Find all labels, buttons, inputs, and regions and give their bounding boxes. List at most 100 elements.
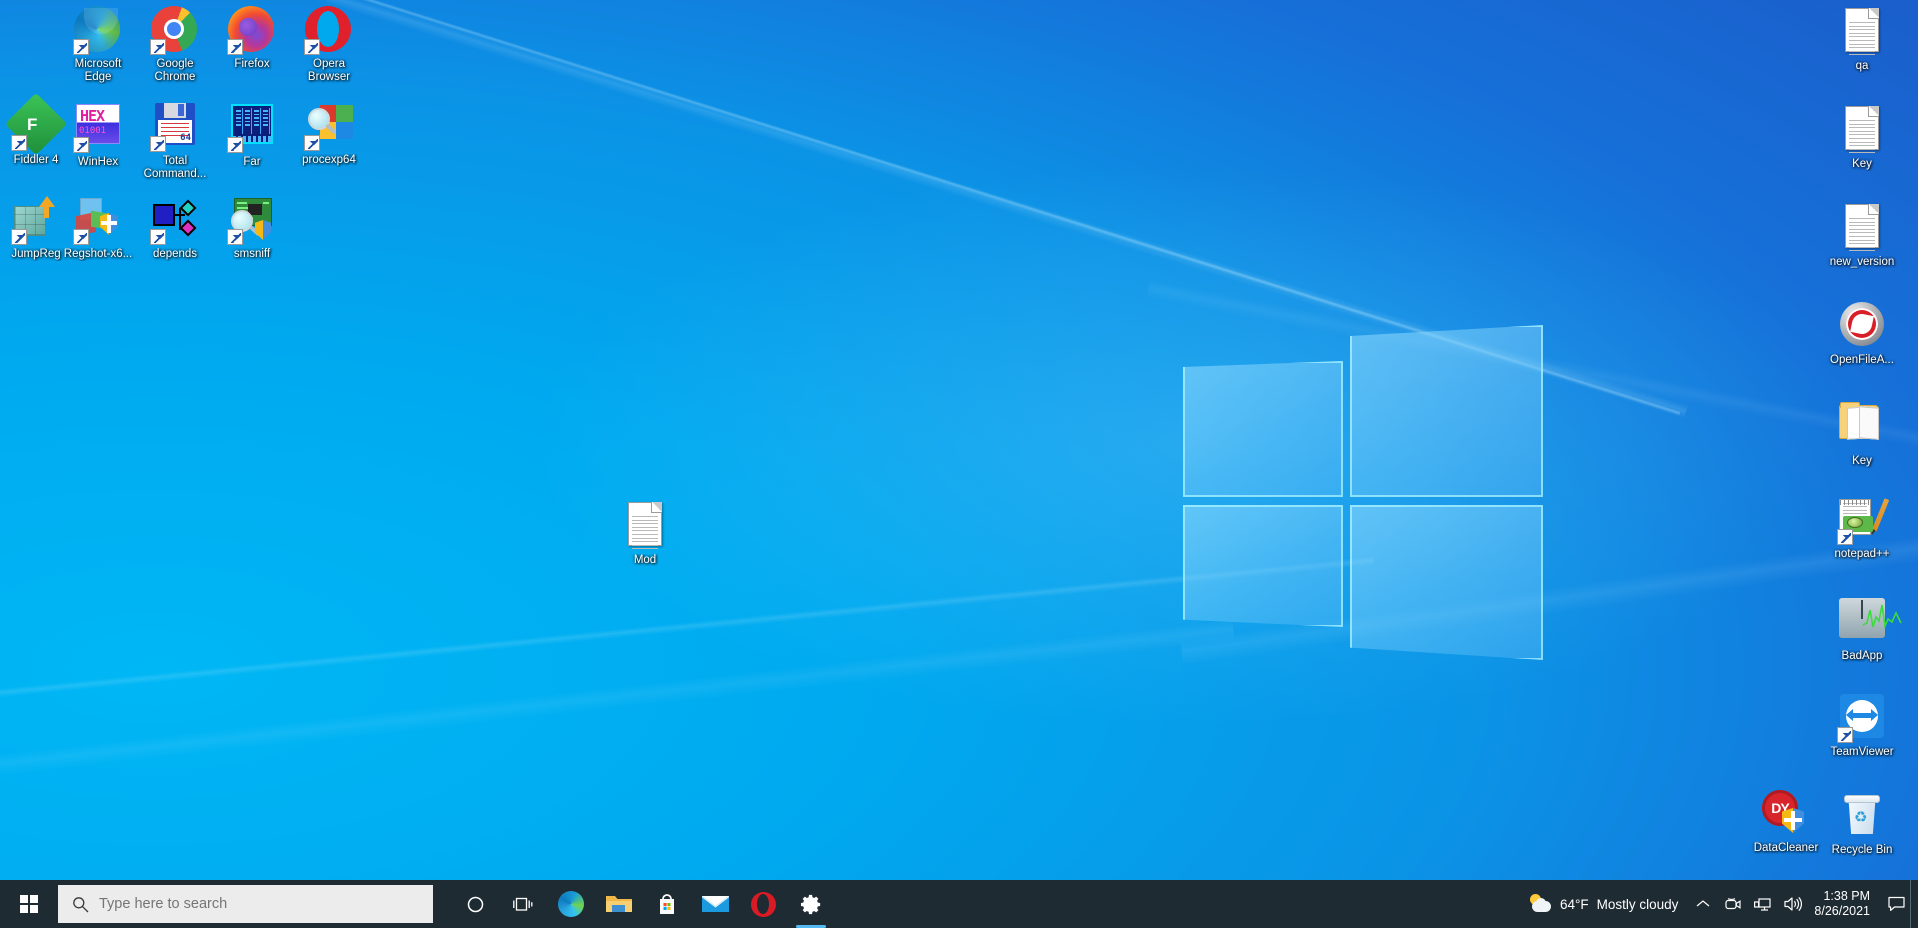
desktop-icon-label: depends	[152, 248, 198, 260]
desktop-icon-label: Google Chrome	[154, 58, 196, 83]
clock-date: 8/26/2021	[1814, 904, 1870, 918]
desktop-icon-label: Total Command...	[143, 155, 207, 180]
desktop-icon-label: qa	[1855, 60, 1869, 72]
desktop-icon-label: Firefox	[234, 58, 270, 70]
opera-icon	[750, 891, 776, 917]
hero-pane-bottom-right	[1350, 505, 1543, 660]
notepadpp-icon	[1837, 496, 1890, 545]
desktop-icon-smsniff[interactable]: smsniff	[214, 196, 290, 261]
desktop-icon-key-folder[interactable]: Key	[1824, 398, 1900, 468]
shortcut-overlay-icon	[11, 135, 27, 151]
openfilesview-icon	[1838, 302, 1886, 350]
desktop-icon-label: Far	[243, 156, 261, 168]
shortcut-overlay-icon	[150, 39, 166, 55]
gear-icon	[800, 893, 823, 916]
search-box[interactable]	[58, 885, 433, 923]
desktop-icon-label: new_version	[1829, 256, 1895, 268]
show-hidden-icons-button[interactable]	[1688, 880, 1718, 928]
datacleaner-icon: DY	[1762, 790, 1810, 838]
shortcut-overlay-icon	[11, 229, 27, 245]
speaker-icon	[1783, 896, 1803, 912]
jumpreg-icon	[11, 196, 60, 245]
folder-icon	[1838, 402, 1886, 451]
desktop-icon-winhex[interactable]: HEX 01001 WinHex	[60, 100, 136, 169]
desktop-icon-notepadpp[interactable]: notepad++	[1824, 496, 1900, 561]
smsniff-icon	[227, 196, 276, 245]
desktop-icon-procexp64[interactable]: procexp64	[291, 100, 367, 167]
weather-widget[interactable]: 64°F Mostly cloudy	[1524, 880, 1688, 928]
weather-temperature: 64°F	[1559, 896, 1589, 912]
text-document-icon	[1838, 204, 1886, 252]
desktop-icon-key-file[interactable]: Key	[1824, 104, 1900, 171]
mail-button[interactable]	[691, 880, 739, 928]
file-explorer-button[interactable]	[595, 880, 643, 928]
dependency-walker-icon	[150, 196, 199, 245]
clock[interactable]: 1:38 PM 8/26/2021	[1808, 880, 1882, 928]
network-monitor-icon	[1754, 897, 1772, 912]
desktop-icon-recycle-bin[interactable]: ♻ Recycle Bin	[1824, 790, 1900, 857]
desktop-icon-mod[interactable]: Mod	[607, 500, 683, 567]
firefox-icon	[227, 6, 276, 55]
opera-taskbar-button[interactable]	[739, 880, 787, 928]
search-input[interactable]	[99, 896, 389, 912]
edge-icon	[558, 891, 584, 917]
clock-time: 1:38 PM	[1823, 889, 1870, 903]
shortcut-overlay-icon	[227, 137, 243, 153]
network-button[interactable]	[1748, 880, 1778, 928]
desktop-icon-regshot[interactable]: Regshot-x6...	[60, 196, 136, 261]
desktop-icon-qa[interactable]: qa	[1824, 6, 1900, 73]
show-desktop-button[interactable]	[1910, 880, 1918, 928]
meet-now-button[interactable]	[1718, 880, 1748, 928]
desktop-icon-microsoft-edge[interactable]: Microsoft Edge	[60, 6, 136, 84]
shortcut-overlay-icon	[1837, 529, 1853, 545]
shortcut-overlay-icon	[73, 137, 89, 153]
desktop-icon-far[interactable]: Far	[214, 100, 290, 169]
desktop-icon-label: Microsoft Edge	[74, 58, 122, 83]
edge-taskbar-button[interactable]	[547, 880, 595, 928]
shortcut-overlay-icon	[304, 39, 320, 55]
hero-pane-top-right	[1350, 325, 1543, 497]
chrome-icon	[150, 6, 199, 55]
desktop-icon-badapp[interactable]: BadApp	[1824, 594, 1902, 663]
desktop-icon-depends[interactable]: depends	[137, 196, 213, 261]
task-view-button[interactable]	[499, 880, 547, 928]
taskbar[interactable]: 64°F Mostly cloudy	[0, 880, 1918, 928]
desktop-icon-label: notepad++	[1834, 548, 1890, 560]
hero-pane-top-left	[1183, 361, 1343, 497]
microsoft-store-icon	[655, 892, 679, 916]
desktop-icon-firefox[interactable]: Firefox	[214, 6, 290, 71]
speech-bubble-icon	[1887, 896, 1905, 912]
desktop-icon-opera-browser[interactable]: Opera Browser	[291, 6, 367, 84]
desktop-icon-total-commander[interactable]: 64 Total Command...	[137, 100, 213, 181]
opera-icon	[304, 6, 353, 55]
system-tray[interactable]: 64°F Mostly cloudy 1:38 PM 8/26/2021	[1524, 880, 1918, 928]
cortana-circle-icon	[467, 896, 484, 913]
desktop-icon-label: Key	[1852, 158, 1872, 170]
volume-button[interactable]	[1778, 880, 1808, 928]
desktop[interactable]: Microsoft Edge Google Chrome Firefox Ope…	[0, 0, 1918, 928]
fiddler-icon: F	[4, 92, 68, 156]
desktop-icon-new-version[interactable]: new_version	[1824, 202, 1900, 269]
desktop-icon-label: Key	[1852, 455, 1872, 467]
text-document-icon	[1838, 8, 1886, 56]
shortcut-overlay-icon	[150, 229, 166, 245]
microsoft-store-button[interactable]	[643, 880, 691, 928]
cortana-button[interactable]	[451, 880, 499, 928]
desktop-icon-openfilesview[interactable]: OpenFileA...	[1824, 300, 1900, 367]
desktop-icon-teamviewer[interactable]: TeamViewer	[1824, 692, 1900, 759]
desktop-icon-label: procexp64	[302, 154, 356, 166]
shortcut-overlay-icon	[227, 39, 243, 55]
winhex-icon: HEX 01001	[73, 104, 122, 153]
settings-button[interactable]	[787, 880, 835, 928]
desktop-icon-label: OpenFileA...	[1830, 354, 1894, 366]
desktop-icon-label: DataCleaner	[1753, 842, 1819, 854]
desktop-icon-label: WinHex	[77, 156, 119, 168]
desktop-icon-datacleaner[interactable]: DY DataCleaner	[1748, 790, 1824, 855]
meet-now-camera-icon	[1724, 897, 1742, 912]
desktop-icon-google-chrome[interactable]: Google Chrome	[137, 6, 213, 84]
process-explorer-icon	[304, 102, 353, 151]
desktop-icon-label: smsniff	[233, 248, 271, 260]
action-center-button[interactable]	[1882, 880, 1910, 928]
shortcut-overlay-icon	[1837, 727, 1853, 743]
start-button[interactable]	[0, 880, 58, 928]
